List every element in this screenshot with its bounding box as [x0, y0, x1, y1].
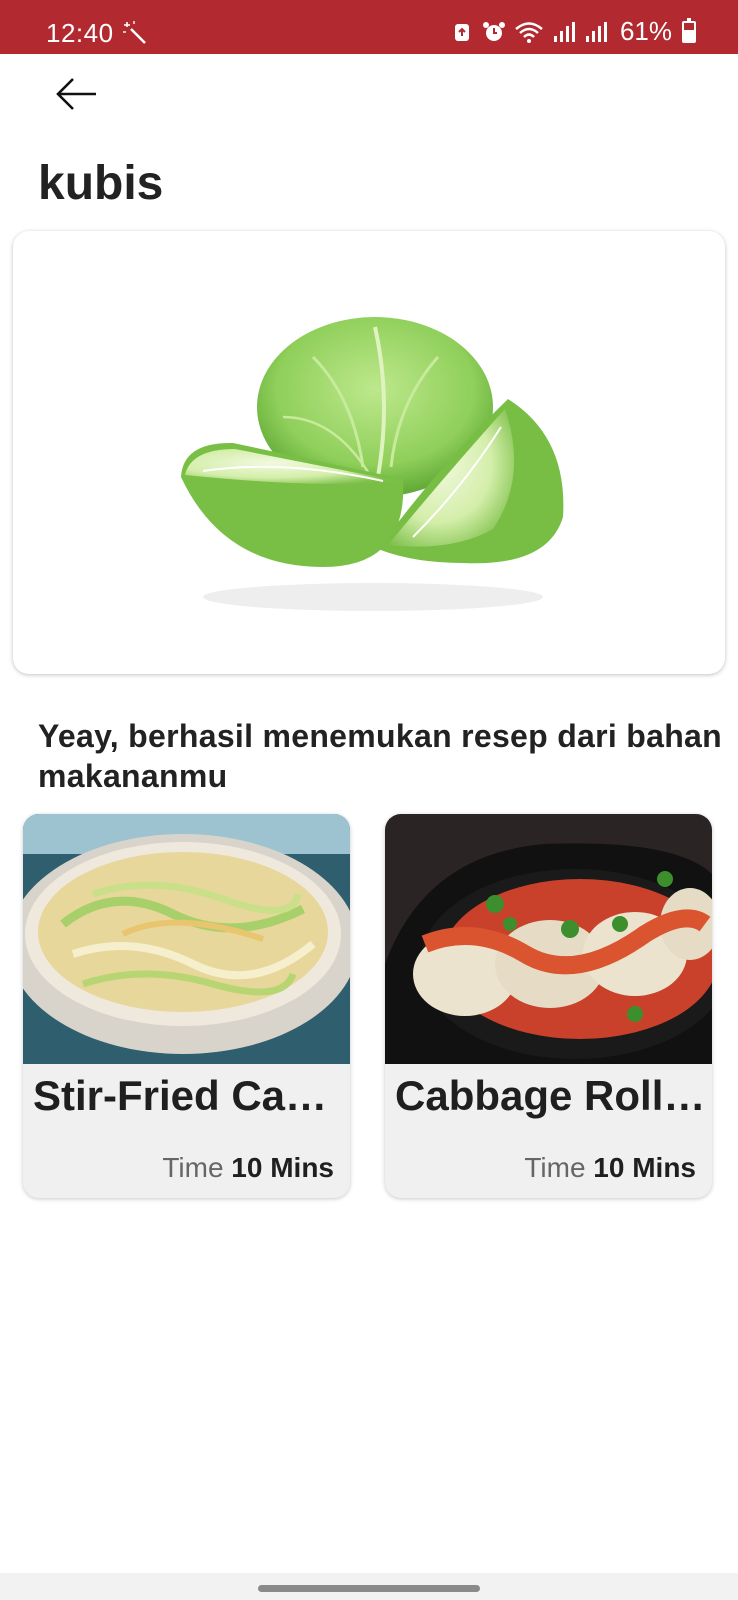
navigation-bar	[0, 1573, 738, 1600]
recipe-card[interactable]: Stir-Fried Cab... Time 10 Mins	[23, 814, 350, 1198]
back-button[interactable]	[46, 66, 106, 122]
battery-fill	[684, 29, 694, 41]
ingredient-image-card	[13, 231, 725, 674]
recipe-time: Time 10 Mins	[524, 1152, 696, 1184]
alarm-icon	[482, 21, 505, 41]
status-icons: 61%	[450, 16, 696, 47]
arrow-left-icon	[56, 78, 96, 110]
recipe-time: Time 10 Mins	[162, 1152, 334, 1184]
cabbage-rolls-image	[385, 814, 712, 1064]
magic-wand-icon	[123, 21, 146, 44]
recipe-time-label: Time	[162, 1152, 232, 1183]
page-title: kubis	[38, 157, 164, 210]
recipe-time-label: Time	[524, 1152, 594, 1183]
battery-percentage: 61%	[619, 16, 672, 46]
recipe-time-value: 10 Mins	[593, 1152, 696, 1183]
recipe-time-value: 10 Mins	[231, 1152, 334, 1183]
status-time: 12:40	[46, 18, 114, 48]
signal-icon	[585, 21, 607, 42]
cabbage-image	[181, 317, 564, 611]
result-message-line-2: makananmu	[38, 758, 228, 794]
home-gesture-handle[interactable]	[258, 1585, 480, 1592]
recipe-title: Cabbage Rolls...	[395, 1072, 707, 1119]
stir-fried-cabbage-image	[23, 814, 350, 1064]
recipe-title: Stir-Fried Cab...	[33, 1072, 345, 1119]
recycle-icon	[454, 23, 469, 41]
signal-icon	[553, 21, 575, 42]
result-message-line-1: Yeay, berhasil menemukan resep dari baha…	[38, 718, 723, 754]
recipe-card[interactable]: Cabbage Rolls... Time 10 Mins	[385, 814, 712, 1198]
wifi-icon	[515, 21, 543, 43]
status-bar: 12:40 61%	[0, 0, 738, 54]
result-message: Yeay, berhasil menemukan resep dari baha…	[38, 716, 738, 796]
battery-icon	[682, 17, 696, 43]
